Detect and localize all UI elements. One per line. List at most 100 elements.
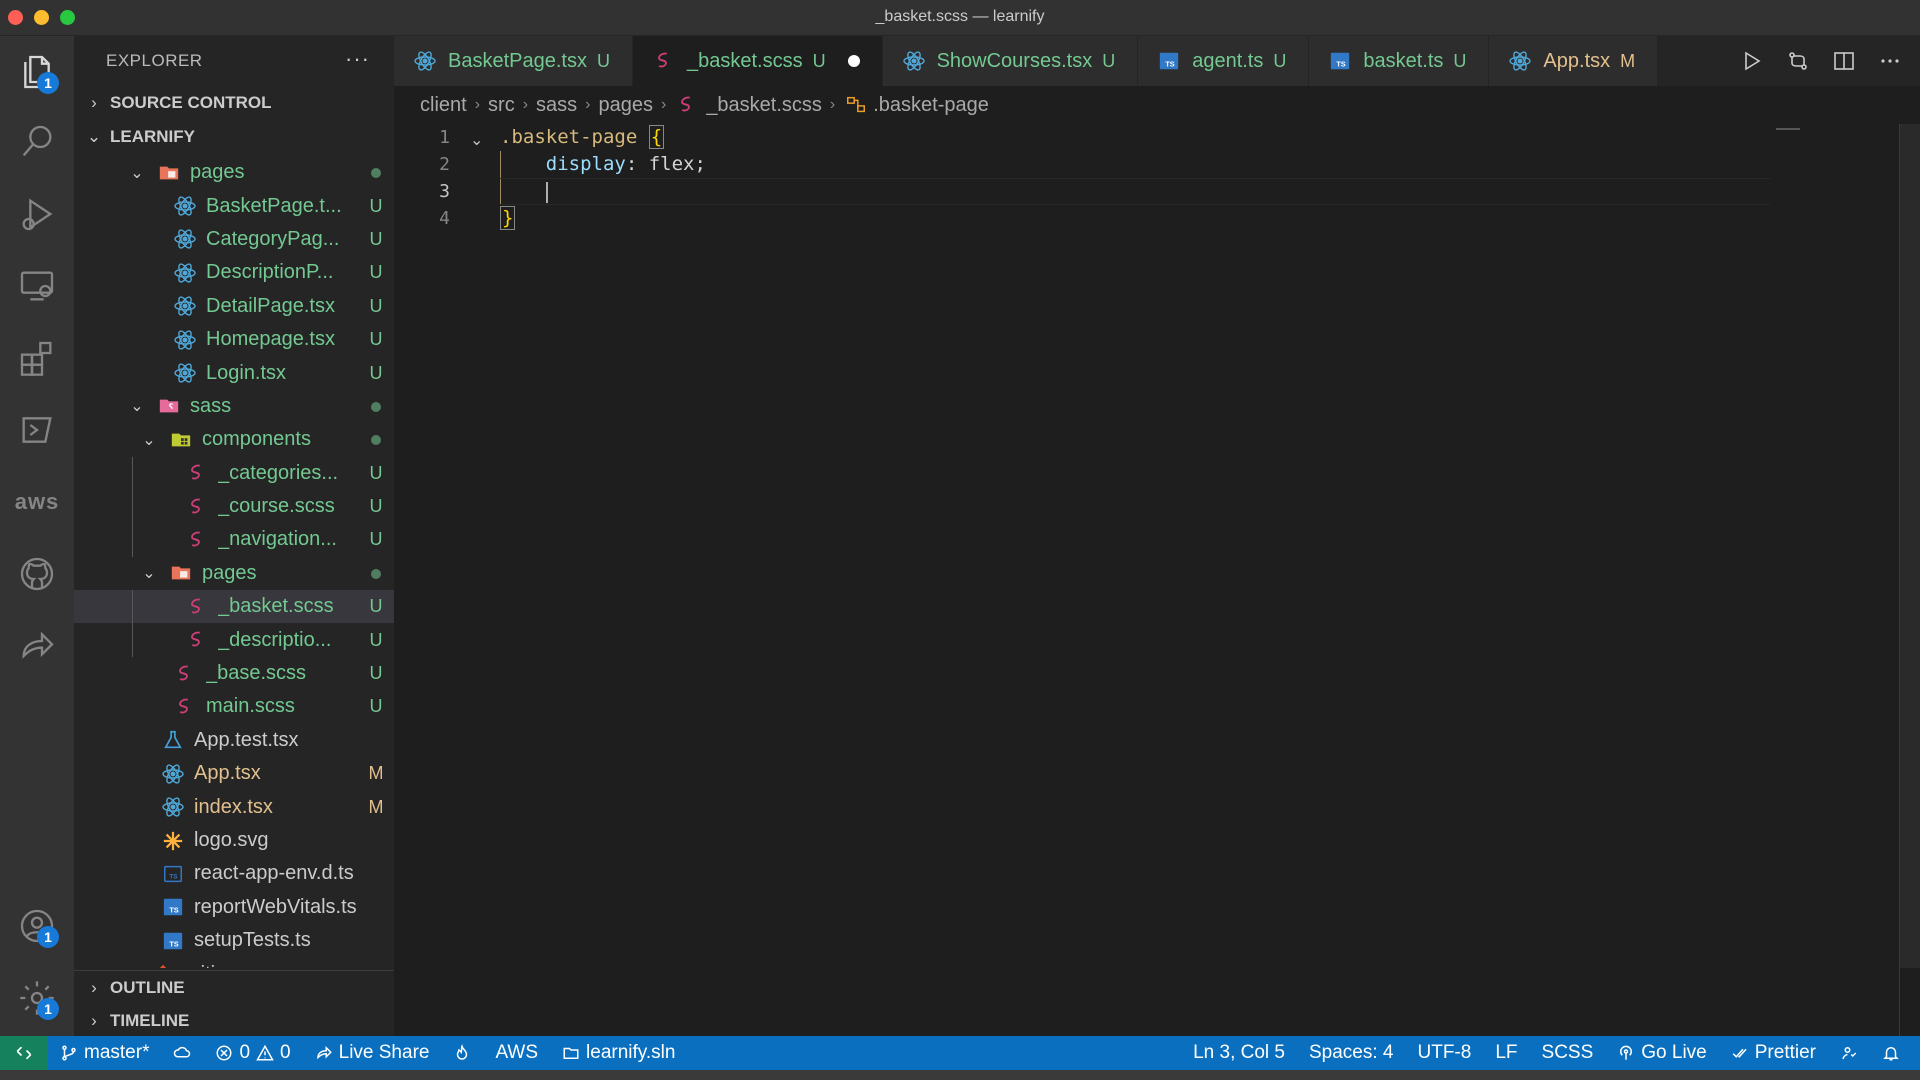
editor-scrollbar[interactable] (1900, 124, 1920, 968)
live-share-status[interactable]: Live Share (303, 1042, 442, 1064)
tree-item-label: _basket.scss (218, 595, 334, 618)
editor-tab[interactable]: App.tsx M (1489, 36, 1659, 86)
go-live-label: Go Live (1641, 1042, 1707, 1063)
prettier-status[interactable]: Prettier (1719, 1042, 1828, 1064)
flame-status[interactable] (441, 1044, 483, 1062)
remote-explorer-button[interactable] (13, 262, 61, 310)
editor-actions (1722, 36, 1920, 86)
tree-file[interactable]: _categories... U (74, 456, 394, 490)
split-editor-icon[interactable] (1832, 49, 1856, 73)
editor-tab[interactable]: TS basket.ts U (1309, 36, 1490, 86)
tree-item-label: Homepage.tsx (206, 328, 335, 351)
chevron-right-icon: › (474, 96, 481, 113)
accounts-button[interactable]: 1 (13, 902, 61, 950)
unsaved-dot-icon[interactable] (847, 55, 860, 67)
terminal-panel-button[interactable] (13, 406, 61, 454)
tree-file[interactable]: index.tsx M (74, 790, 394, 823)
timeline-label: TIMELINE (110, 1010, 190, 1030)
tree-file[interactable]: Homepage.tsx U (74, 323, 394, 356)
remote-indicator[interactable] (0, 1036, 48, 1070)
tree-file[interactable]: App.tsx M (74, 757, 394, 790)
tab-label: agent.ts (1192, 49, 1264, 72)
tree-file[interactable]: TS reportWebVitals.ts (74, 891, 394, 924)
sass-icon (651, 50, 677, 72)
breadcrumb-pages[interactable]: pages (598, 94, 653, 117)
test-icon (160, 729, 186, 751)
eol-status[interactable]: LF (1483, 1042, 1529, 1064)
editor-tab[interactable]: _basket.scss U (632, 36, 883, 86)
outline-section[interactable]: › OUTLINE (74, 971, 394, 1004)
tree-file[interactable]: _base.scss U (74, 657, 394, 690)
encoding-status[interactable]: UTF-8 (1406, 1042, 1484, 1064)
tree-file[interactable]: _course.scss U (74, 489, 394, 524)
tree-file[interactable]: DescriptionP... U (74, 256, 394, 289)
tree-folder[interactable]: ⌄ pages (74, 557, 394, 590)
tree-file[interactable]: .gitignore (74, 957, 394, 968)
github-button[interactable] (13, 550, 61, 598)
breadcrumb-client[interactable]: client (420, 94, 467, 117)
tree-item-label: reportWebVitals.ts (194, 895, 357, 918)
aws-button[interactable]: aws (13, 478, 61, 526)
language-label: SCSS (1541, 1042, 1594, 1063)
tree-file[interactable]: App.test.tsx (74, 724, 394, 757)
code-editor[interactable]: 1 2 3 4 ⌄ .basket-page { display: flex; … (394, 124, 1920, 1036)
manage-button[interactable]: 1 (13, 974, 61, 1022)
cursor-position: Ln 3, Col 5 (1193, 1042, 1285, 1063)
breadcrumb-symbol[interactable]: .basket-page (873, 94, 989, 117)
go-live-status[interactable]: Go Live (1605, 1042, 1718, 1064)
activity-bar: 1 aws 1 1 (0, 36, 74, 1036)
breadcrumb-sass[interactable]: sass (536, 94, 577, 117)
breadcrumb-file[interactable]: _basket.scss (706, 94, 822, 117)
css-property: display (545, 153, 626, 175)
run-debug-button[interactable] (13, 190, 61, 238)
tree-file[interactable]: BasketPage.t... U (74, 189, 394, 222)
compare-changes-icon[interactable] (1786, 49, 1810, 73)
chevron-right-icon: › (91, 1010, 97, 1030)
sync-status[interactable] (161, 1044, 203, 1062)
explorer-more-button[interactable]: ··· (345, 46, 370, 72)
tree-folder[interactable]: ⌄ components (74, 423, 394, 456)
breadcrumb-src[interactable]: src (488, 94, 515, 117)
git-status: U (369, 496, 383, 517)
tree-file[interactable]: TS react-app-env.d.ts (74, 857, 394, 890)
language-status[interactable]: SCSS (1530, 1042, 1606, 1064)
live-share-label: Live Share (338, 1042, 430, 1063)
tree-file[interactable]: CategoryPag... U (74, 223, 394, 256)
fold-chevron-down-icon[interactable]: ⌄ (470, 130, 483, 150)
explorer-button[interactable]: 1 (13, 48, 61, 96)
minimap[interactable] (1776, 128, 1800, 130)
search-button[interactable] (13, 118, 61, 166)
source-control-section[interactable]: › SOURCE CONTROL (74, 86, 394, 120)
aws-status[interactable]: AWS (483, 1042, 550, 1064)
solution-status[interactable]: learnify.sln (550, 1042, 687, 1064)
extensions-button[interactable] (13, 334, 61, 382)
branch-status[interactable]: master* (48, 1042, 161, 1064)
git-status: U (369, 629, 383, 650)
tree-file[interactable]: logo.svg (74, 824, 394, 857)
tree-file[interactable]: _navigation... U (74, 523, 394, 557)
project-section[interactable]: ⌄ LEARNIFY (74, 120, 394, 154)
tree-file[interactable]: TS setupTests.ts (74, 924, 394, 957)
tree-file[interactable]: DetailPage.tsx U (74, 290, 394, 323)
solution-label: learnify.sln (586, 1042, 676, 1063)
notifications-status[interactable] (1870, 1044, 1920, 1062)
editor-tab[interactable]: TS agent.ts U (1138, 36, 1310, 86)
tree-file[interactable]: main.scss U (74, 690, 394, 723)
tree-file[interactable]: Login.tsx U (74, 356, 394, 389)
tree-file[interactable]: _descriptio... U (74, 623, 394, 657)
timeline-section[interactable]: › TIMELINE (74, 1004, 394, 1036)
problems-status[interactable]: 0 0 (203, 1042, 302, 1064)
ts-icon: TS (1156, 50, 1182, 72)
editor-tab[interactable]: ShowCourses.tsx U (882, 36, 1139, 86)
editor-tab[interactable]: BasketPage.tsx U (394, 36, 633, 86)
tree-folder[interactable]: ⌄ sass (74, 390, 394, 423)
live-share-button[interactable] (13, 622, 61, 670)
run-icon[interactable] (1740, 49, 1764, 73)
encoding-label: UTF-8 (1417, 1042, 1472, 1063)
tree-file[interactable]: _basket.scss U (74, 590, 394, 624)
feedback-status[interactable] (1828, 1044, 1870, 1062)
tree-folder[interactable]: ⌄ pages (74, 156, 394, 189)
cursor-position-status[interactable]: Ln 3, Col 5 (1181, 1042, 1297, 1064)
more-actions-icon[interactable] (1878, 49, 1902, 73)
indentation-status[interactable]: Spaces: 4 (1297, 1042, 1406, 1064)
